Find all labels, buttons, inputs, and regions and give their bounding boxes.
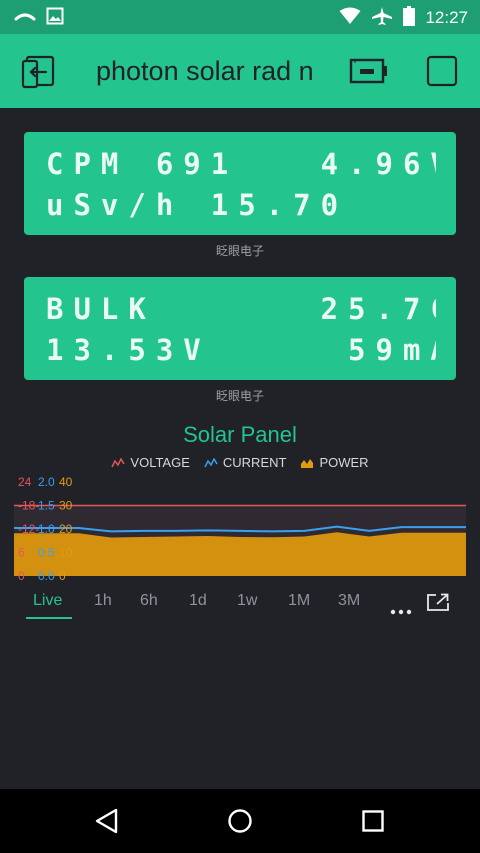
range-6h[interactable]: 6h — [140, 592, 158, 610]
range-selector: Live 1h 6h 1d 1w 1M 3M — [0, 588, 480, 620]
widget-caption: 眨眼电子 — [215, 389, 264, 403]
range-1d[interactable]: 1d — [189, 592, 207, 610]
y-axis-tick-label: 2.0 — [38, 475, 55, 489]
active-range-underline — [26, 617, 72, 619]
legend-label: VOLTAGE — [130, 455, 190, 470]
lcd-line-1: CPM 691 4.96V — [46, 147, 436, 181]
airplane-icon — [371, 6, 393, 30]
home-nav-icon[interactable] — [227, 808, 253, 838]
status-bar: 12:27 — [0, 0, 480, 34]
chart-legend: VOLTAGE CURRENT POWER — [0, 455, 480, 470]
lcd-widget-battery[interactable]: BULK 25.7C 13.53V 59mA — [24, 277, 456, 380]
link-icon — [14, 9, 36, 28]
y-axis-tick-label: 1.0 — [38, 522, 55, 536]
device-icon[interactable] — [348, 54, 390, 88]
battery-icon — [403, 6, 416, 30]
more-icon[interactable] — [390, 600, 412, 619]
legend-label: CURRENT — [222, 455, 287, 470]
lcd-widget-radiation[interactable]: CPM 691 4.96V uSv/h 15.70 — [24, 132, 456, 235]
lcd-line-2: uSv/h 15.70 — [46, 188, 349, 222]
navigation-bar — [0, 789, 480, 853]
expand-icon[interactable] — [427, 593, 449, 615]
y-axis-tick-label: 10 — [59, 546, 73, 560]
recents-nav-icon[interactable] — [362, 810, 384, 836]
legend-item-power[interactable]: POWER — [300, 455, 369, 470]
range-1h[interactable]: 1h — [94, 592, 112, 610]
app-bar: photon solar rad n — [0, 34, 480, 108]
lcd-line-1: BULK 25.7C — [46, 292, 436, 326]
y-axis-tick-label: 6 — [18, 546, 25, 560]
widget-caption: 眨眼电子 — [215, 244, 264, 258]
back-to-projects-icon[interactable] — [18, 52, 58, 92]
legend-item-voltage[interactable]: VOLTAGE — [111, 455, 190, 470]
y-axis-tick-label: 40 — [59, 475, 73, 489]
chart-canvas: 24 -18- -12- 6 0 2.0 1.5 1.0 0.5 0.0 40 30 20 10 0 — [14, 475, 466, 583]
y-axis-tick-label: 24 — [18, 475, 32, 489]
legend-line-icon — [111, 457, 126, 467]
y-axis-tick-label: 0.0 — [38, 569, 55, 583]
range-1m[interactable]: 1M — [288, 592, 310, 610]
legend-area-icon — [301, 458, 314, 468]
range-1w[interactable]: 1w — [237, 592, 257, 610]
y-axis-tick-label: 30 — [59, 499, 73, 513]
legend-line-icon — [204, 457, 218, 467]
y-axis-tick-label: 0 — [18, 569, 25, 583]
y-axis-tick-label: 0 — [59, 569, 66, 583]
lcd-line-2: 13.53V 59mA — [46, 333, 436, 367]
wifi-icon — [339, 7, 361, 29]
y-axis-tick-label: -18- — [18, 499, 39, 513]
y-axis-tick-label: 1.5 — [38, 499, 55, 513]
back-nav-icon[interactable] — [94, 808, 120, 838]
y-axis-tick-label: -12- — [18, 522, 39, 536]
range-live[interactable]: Live — [33, 592, 62, 610]
status-time: 12:27 — [425, 8, 468, 27]
chart-title: Solar Panel — [183, 422, 297, 447]
power-series-area — [14, 532, 466, 576]
range-3m[interactable]: 3M — [338, 592, 360, 610]
project-title: photon solar rad n — [96, 56, 314, 86]
y-axis-tick-label: 20 — [59, 522, 73, 536]
image-icon — [46, 7, 64, 29]
stop-icon[interactable] — [424, 54, 460, 88]
legend-item-current[interactable]: CURRENT — [204, 455, 287, 470]
legend-label: POWER — [319, 455, 369, 470]
solar-panel-chart[interactable]: 24 -18- -12- 6 0 2.0 1.5 1.0 0.5 0.0 40 30 20 10 0 — [14, 474, 466, 586]
y-axis-tick-label: 0.5 — [38, 546, 55, 560]
